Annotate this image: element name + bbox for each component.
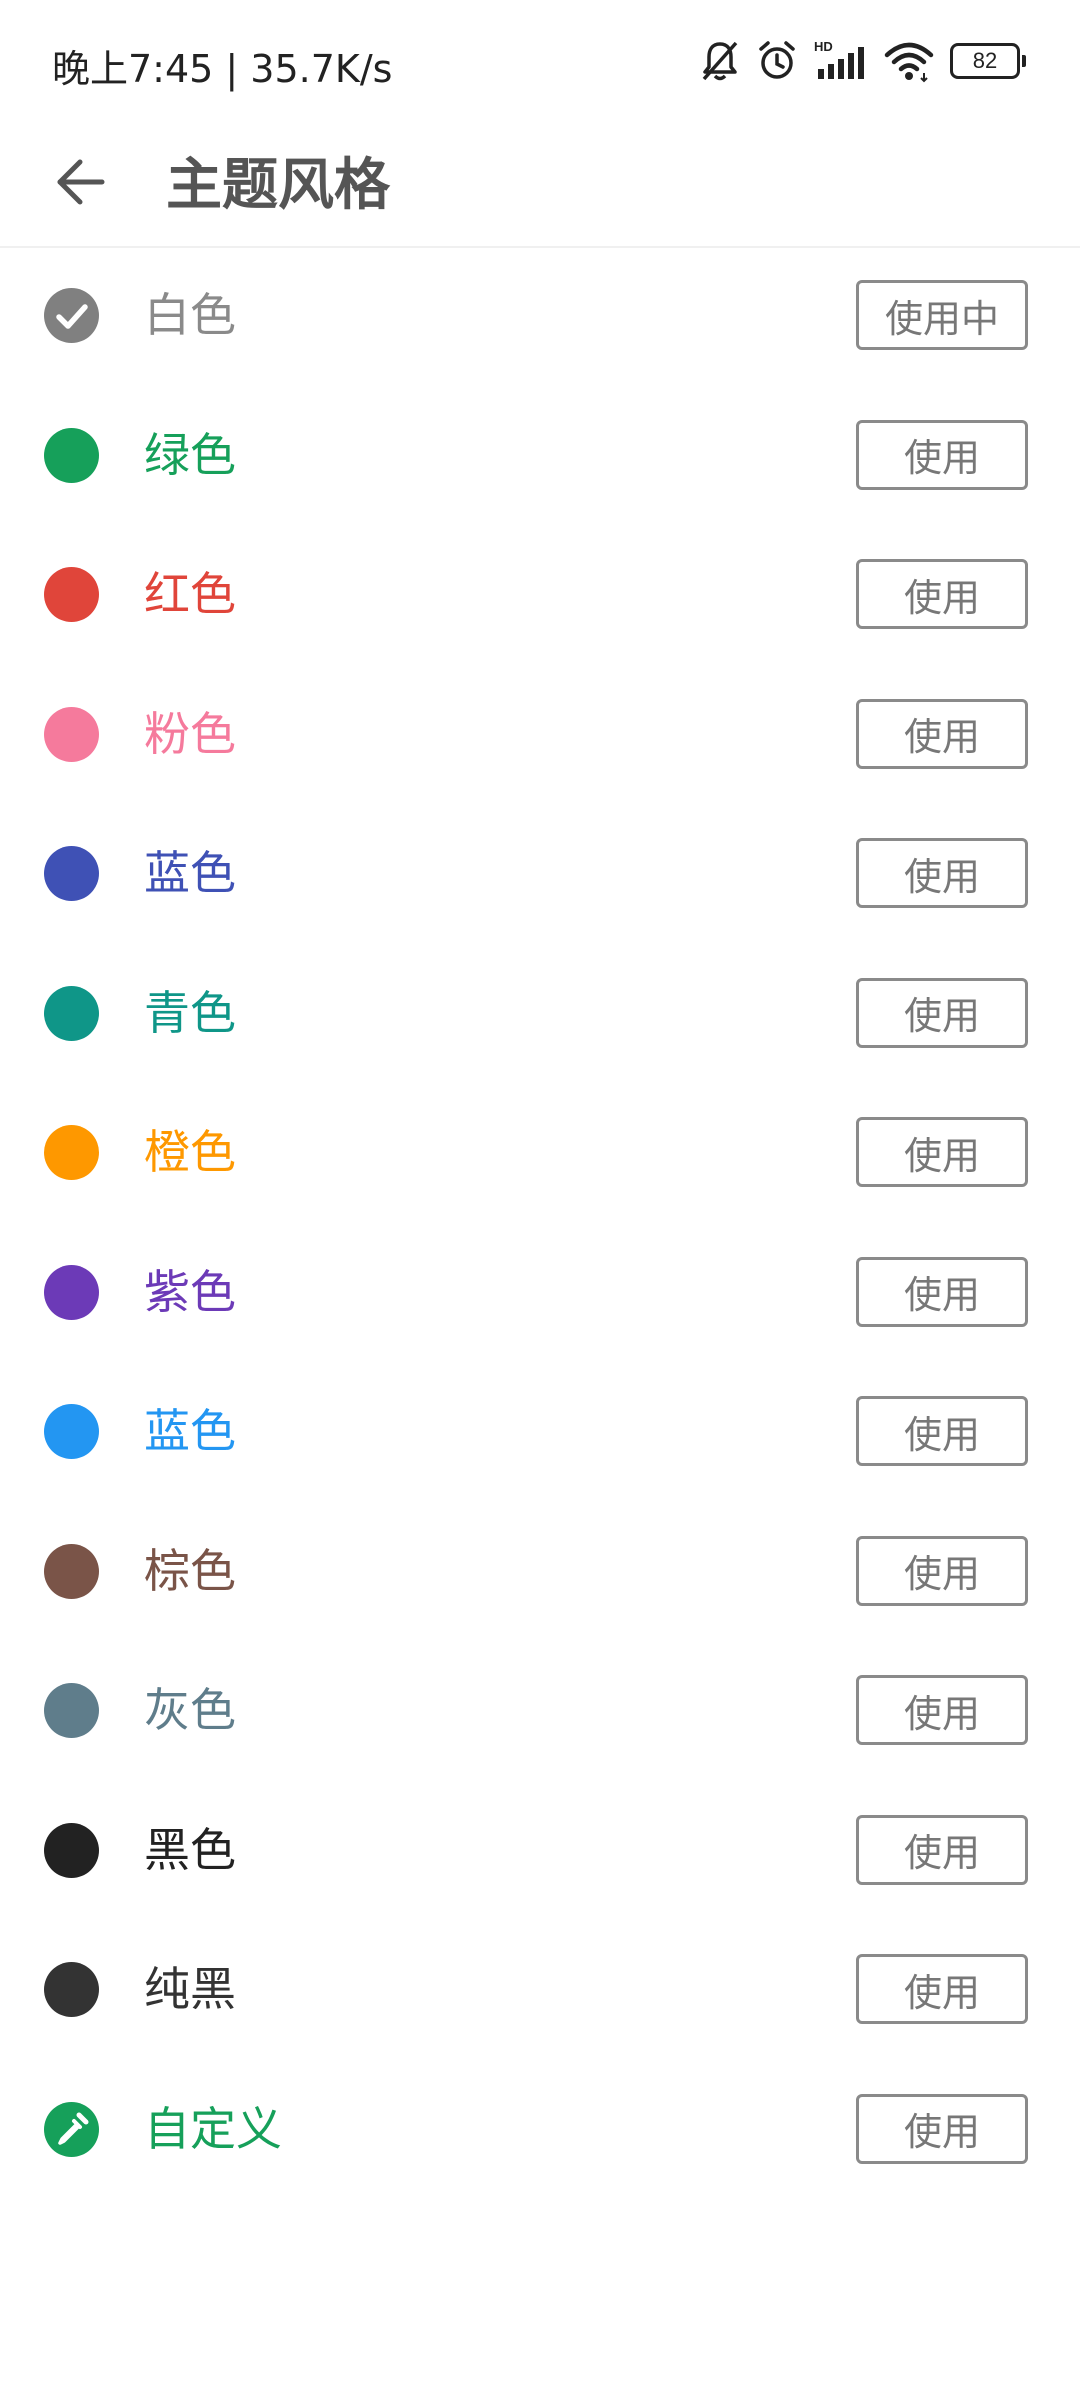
use-button[interactable]: 使用 xyxy=(856,419,1028,490)
theme-name: 灰色 xyxy=(144,1683,236,1737)
use-button[interactable]: 使用 xyxy=(856,977,1028,1048)
theme-row-red[interactable]: 红色 使用 xyxy=(0,525,1080,665)
color-swatch-pure-black xyxy=(44,1962,99,2017)
theme-row-gray[interactable]: 灰色 使用 xyxy=(0,1641,1080,1781)
color-swatch-indigo xyxy=(44,846,99,901)
theme-row-black[interactable]: 黑色 使用 xyxy=(0,1781,1080,1921)
theme-row-blue[interactable]: 蓝色 使用 xyxy=(0,1362,1080,1502)
color-swatch-black xyxy=(44,1822,99,1878)
color-swatch-purple xyxy=(44,1264,99,1320)
back-button[interactable] xyxy=(40,142,120,222)
use-button[interactable]: 使用 xyxy=(856,2093,1028,2164)
color-swatch-green xyxy=(44,427,99,483)
use-button[interactable]: 使用 xyxy=(856,1814,1028,1885)
status-icons: HD 82 xyxy=(700,36,1026,86)
hd-signal-icon: HD xyxy=(814,38,868,84)
use-button[interactable]: 使用 xyxy=(856,1675,1028,1745)
wifi-icon xyxy=(884,38,934,84)
theme-name: 棕色 xyxy=(144,1543,236,1598)
theme-row-custom[interactable]: 自定义 使用 xyxy=(0,2060,1080,2200)
use-button[interactable]: 使用 xyxy=(856,1117,1028,1187)
color-swatch-white xyxy=(44,288,99,343)
theme-name: 粉色 xyxy=(144,706,236,761)
use-button-in-use[interactable]: 使用中 xyxy=(856,280,1028,350)
theme-name: 蓝色 xyxy=(144,846,236,900)
theme-name: 蓝色 xyxy=(144,1404,236,1458)
use-button[interactable]: 使用 xyxy=(856,1535,1028,1606)
theme-name: 纯黑 xyxy=(144,1962,236,2016)
use-button[interactable]: 使用 xyxy=(856,559,1028,629)
use-button[interactable]: 使用 xyxy=(856,1256,1028,1327)
theme-row-purple[interactable]: 紫色 使用 xyxy=(0,1223,1080,1363)
status-bar: 晚上7:45 | 35.7K/s HD 82 xyxy=(0,0,1080,120)
theme-row-pure-black[interactable]: 纯黑 使用 xyxy=(0,1920,1080,2060)
bell-muted-icon xyxy=(700,38,740,84)
theme-name: 红色 xyxy=(144,567,236,621)
use-button[interactable]: 使用 xyxy=(856,838,1028,908)
color-swatch-custom xyxy=(44,2101,99,2157)
alarm-icon xyxy=(756,38,798,84)
theme-row-green[interactable]: 绿色 使用 xyxy=(0,386,1080,526)
theme-row-indigo[interactable]: 蓝色 使用 xyxy=(0,804,1080,944)
theme-name: 橙色 xyxy=(144,1125,236,1179)
theme-name: 青色 xyxy=(144,985,236,1040)
use-button[interactable]: 使用 xyxy=(856,698,1028,769)
arrow-left-icon xyxy=(57,159,105,205)
theme-name: 白色 xyxy=(144,288,236,342)
theme-name: 黑色 xyxy=(144,1822,236,1877)
battery-icon: 82 xyxy=(950,43,1026,79)
theme-row-brown[interactable]: 棕色 使用 xyxy=(0,1502,1080,1642)
color-swatch-red xyxy=(44,567,99,622)
color-swatch-brown xyxy=(44,1543,99,1599)
theme-row-white[interactable]: 白色 使用中 xyxy=(0,246,1080,386)
check-icon xyxy=(55,303,88,329)
color-swatch-blue xyxy=(44,1404,99,1459)
svg-text:HD: HD xyxy=(814,39,833,54)
theme-row-orange[interactable]: 橙色 使用 xyxy=(0,1083,1080,1223)
use-button[interactable]: 使用 xyxy=(856,1396,1028,1466)
theme-row-pink[interactable]: 粉色 使用 xyxy=(0,665,1080,805)
theme-list: 白色 使用中 绿色 使用 红色 使用 粉色 使用 蓝色 使用 青色 使用 橙色 … xyxy=(0,246,1080,2199)
color-swatch-teal xyxy=(44,985,99,1041)
app-bar: 主题风格 xyxy=(0,120,1080,248)
theme-row-teal[interactable]: 青色 使用 xyxy=(0,944,1080,1084)
theme-name: 绿色 xyxy=(144,427,236,482)
color-swatch-gray xyxy=(44,1683,99,1738)
eyedropper-icon xyxy=(57,2112,88,2145)
color-swatch-pink xyxy=(44,706,99,762)
use-button[interactable]: 使用 xyxy=(856,1954,1028,2024)
color-swatch-orange xyxy=(44,1125,99,1180)
page-title: 主题风格 xyxy=(166,153,390,218)
theme-name: 紫色 xyxy=(144,1264,236,1319)
status-time-speed: 晚上7:45 | 35.7K/s xyxy=(52,47,393,91)
theme-name: 自定义 xyxy=(144,2101,282,2156)
